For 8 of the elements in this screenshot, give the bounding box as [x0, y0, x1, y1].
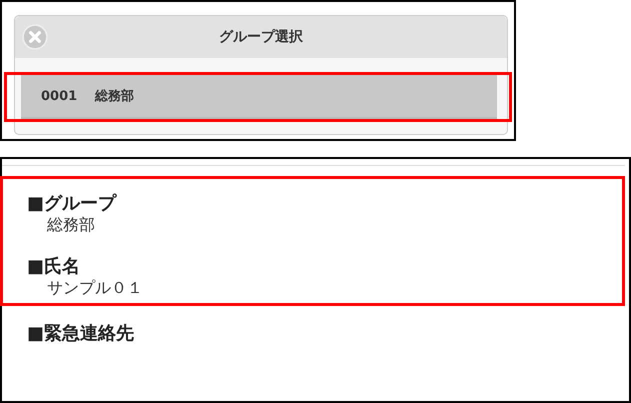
field-label: ■グループ — [27, 192, 118, 215]
field-value: 総務部 — [46, 215, 96, 236]
field-label: ■緊急連絡先 — [27, 322, 136, 345]
field-value: サンプル０１ — [46, 278, 144, 299]
dialog-title: グループ選択 — [219, 28, 303, 46]
group-option[interactable]: 0001 総務部 — [21, 75, 497, 119]
close-icon[interactable] — [22, 24, 48, 50]
field-label: ■氏名 — [27, 255, 82, 278]
